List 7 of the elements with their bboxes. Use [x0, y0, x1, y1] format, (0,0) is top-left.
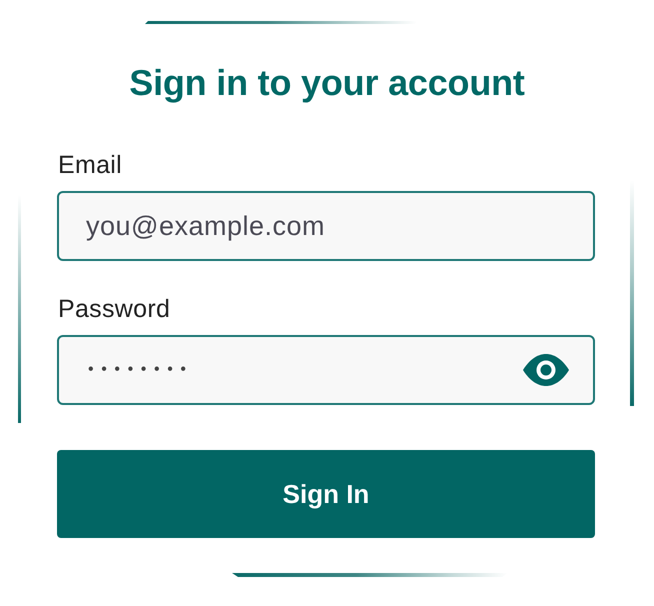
eye-icon[interactable]: [523, 354, 569, 386]
password-label: Password: [58, 294, 170, 324]
email-label: Email: [58, 150, 122, 180]
password-field[interactable]: ••••••••: [57, 335, 595, 405]
sign-in-button[interactable]: Sign In: [57, 450, 595, 538]
page-title: Sign in to your account: [129, 62, 525, 104]
email-field[interactable]: you@example.com: [57, 191, 595, 261]
